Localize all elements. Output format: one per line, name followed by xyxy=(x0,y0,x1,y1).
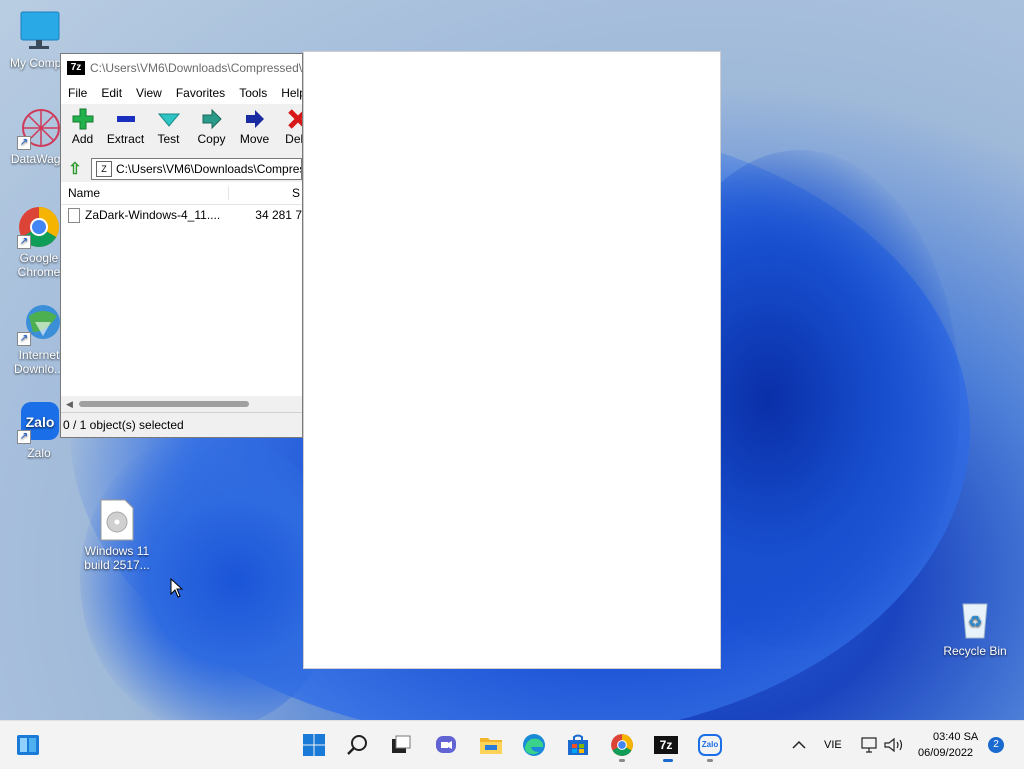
chrome-running-indicator xyxy=(619,759,625,762)
file-size: 34 281 7 xyxy=(255,208,302,222)
svg-text:♻: ♻ xyxy=(968,612,982,631)
language-indicator[interactable]: VIE xyxy=(824,739,842,751)
delete-label: Dele xyxy=(285,132,302,146)
copy-label: Copy xyxy=(197,132,226,146)
shortcut-arrow-icon: ↗ xyxy=(17,430,31,444)
menu-view[interactable]: View xyxy=(129,86,169,100)
datawagon-icon: ↗ xyxy=(17,106,61,150)
desktop-icon-recycle-bin[interactable]: ♻ Recycle Bin xyxy=(938,598,1012,658)
search-icon[interactable] xyxy=(346,733,370,757)
column-header-name[interactable]: Name xyxy=(61,186,229,200)
menu-help[interactable]: Help xyxy=(274,86,302,100)
copy-button[interactable]: Copy xyxy=(190,106,233,156)
column-header-size[interactable]: S xyxy=(229,186,302,200)
window-titlebar[interactable]: 7z C:\Users\VM6\Downloads\Compressed\ xyxy=(61,54,302,82)
add-label: Add xyxy=(71,132,94,146)
test-label: Test xyxy=(157,132,180,146)
menubar: File Edit View Favorites Tools Help xyxy=(61,82,302,104)
sevenzip-window[interactable]: 7z C:\Users\VM6\Downloads\Compressed\ Fi… xyxy=(60,53,303,438)
address-text: C:\Users\VM6\Downloads\Compres xyxy=(116,162,302,176)
zalo-running-indicator xyxy=(707,759,713,762)
delete-x-icon xyxy=(276,106,302,132)
network-icon[interactable] xyxy=(858,733,882,757)
window-title: C:\Users\VM6\Downloads\Compressed\ xyxy=(90,61,302,75)
volume-icon[interactable] xyxy=(882,733,906,757)
task-view-icon[interactable] xyxy=(389,733,413,757)
edge-icon[interactable] xyxy=(522,733,546,757)
sevenzip-taskbar-icon[interactable]: 7z xyxy=(654,733,678,757)
toolbar: Add Extract Test Copy Move Dele xyxy=(61,104,302,156)
menu-favorites[interactable]: Favorites xyxy=(169,86,232,100)
scroll-left-icon[interactable]: ◀ xyxy=(66,399,73,410)
extract-button[interactable]: Extract xyxy=(104,106,147,156)
minus-icon xyxy=(104,106,147,132)
chrome-taskbar-icon[interactable] xyxy=(610,733,634,757)
desktop-icon-windows-iso[interactable]: Windows 11 build 2517... xyxy=(80,498,154,572)
file-name: ZaDark-Windows-4_11.... xyxy=(85,208,221,222)
plus-icon xyxy=(61,106,104,132)
desktop-icon-label: Windows 11 build 2517... xyxy=(84,544,150,572)
move-button[interactable]: Move xyxy=(233,106,276,156)
wallpaper-bloom-left xyxy=(80,430,340,730)
notification-badge[interactable]: 2 xyxy=(988,737,1004,753)
horizontal-scrollbar[interactable]: ◀ xyxy=(61,396,302,412)
taskbar: 7z Zalo VIE 03:40 SA 06/09/2022 2 xyxy=(0,720,1024,769)
address-bar: ⇧ Z C:\Users\VM6\Downloads\Compres xyxy=(61,156,302,182)
teams-chat-icon[interactable] xyxy=(434,733,458,757)
desktop-icon-label: Zalo xyxy=(27,446,51,460)
notification-count: 2 xyxy=(993,739,999,750)
delete-button[interactable]: Dele xyxy=(276,106,302,156)
clock-time[interactable]: 03:40 SA xyxy=(933,731,978,743)
folder-up-icon[interactable]: ⇧ xyxy=(65,159,85,179)
checkmark-icon xyxy=(147,106,190,132)
file-explorer-icon[interactable] xyxy=(479,733,503,757)
zalo-taskbar-label: Zalo xyxy=(698,734,722,756)
blank-window[interactable] xyxy=(303,51,721,669)
add-button[interactable]: Add xyxy=(61,106,104,156)
archive-icon: Z xyxy=(96,161,112,177)
sevenzip-taskbar-label: 7z xyxy=(654,736,678,754)
address-input[interactable]: Z C:\Users\VM6\Downloads\Compres xyxy=(91,158,302,180)
microsoft-store-icon[interactable] xyxy=(566,733,590,757)
copy-arrow-icon xyxy=(190,106,233,132)
shortcut-arrow-icon: ↗ xyxy=(17,235,31,249)
extract-label: Extract xyxy=(106,132,145,146)
status-text: 0 / 1 object(s) selected xyxy=(63,418,184,432)
menu-tools[interactable]: Tools xyxy=(232,86,274,100)
widgets-icon[interactable] xyxy=(16,733,40,757)
chrome-icon: ↗ xyxy=(17,205,61,249)
chevron-up-icon[interactable] xyxy=(787,733,811,757)
move-label: Move xyxy=(239,132,270,146)
file-icon xyxy=(68,207,80,223)
test-button[interactable]: Test xyxy=(147,106,190,156)
clock-date[interactable]: 06/09/2022 xyxy=(918,747,973,759)
shortcut-arrow-icon: ↗ xyxy=(17,332,31,346)
file-list-header: Name S xyxy=(61,182,302,205)
move-arrow-icon xyxy=(233,106,276,132)
shortcut-arrow-icon: ↗ xyxy=(17,136,31,150)
menu-file[interactable]: File xyxy=(61,86,94,100)
desktop-icon-label: Recycle Bin xyxy=(943,644,1007,658)
zalo-taskbar-icon[interactable]: Zalo xyxy=(698,733,722,757)
sevenzip-running-indicator xyxy=(663,759,673,762)
menu-edit[interactable]: Edit xyxy=(94,86,129,100)
sevenzip-logo-icon: 7z xyxy=(67,61,85,75)
file-list[interactable]: Name S ZaDark-Windows-4_11.... 34 281 7 … xyxy=(61,182,302,412)
disc-image-file-icon xyxy=(95,498,139,542)
recycle-bin-icon: ♻ xyxy=(953,598,997,642)
monitor-icon xyxy=(17,10,61,54)
svg-text:Zalo: Zalo xyxy=(26,414,55,430)
file-row[interactable]: ZaDark-Windows-4_11.... 34 281 7 xyxy=(61,205,302,225)
mouse-cursor-icon xyxy=(170,577,184,601)
status-bar: 0 / 1 object(s) selected xyxy=(61,412,302,437)
scrollbar-thumb[interactable] xyxy=(79,401,249,407)
windows-start-icon[interactable] xyxy=(302,733,326,757)
idm-globe-icon: ↗ xyxy=(17,302,61,346)
zalo-icon: Zalo ↗ xyxy=(17,400,61,444)
